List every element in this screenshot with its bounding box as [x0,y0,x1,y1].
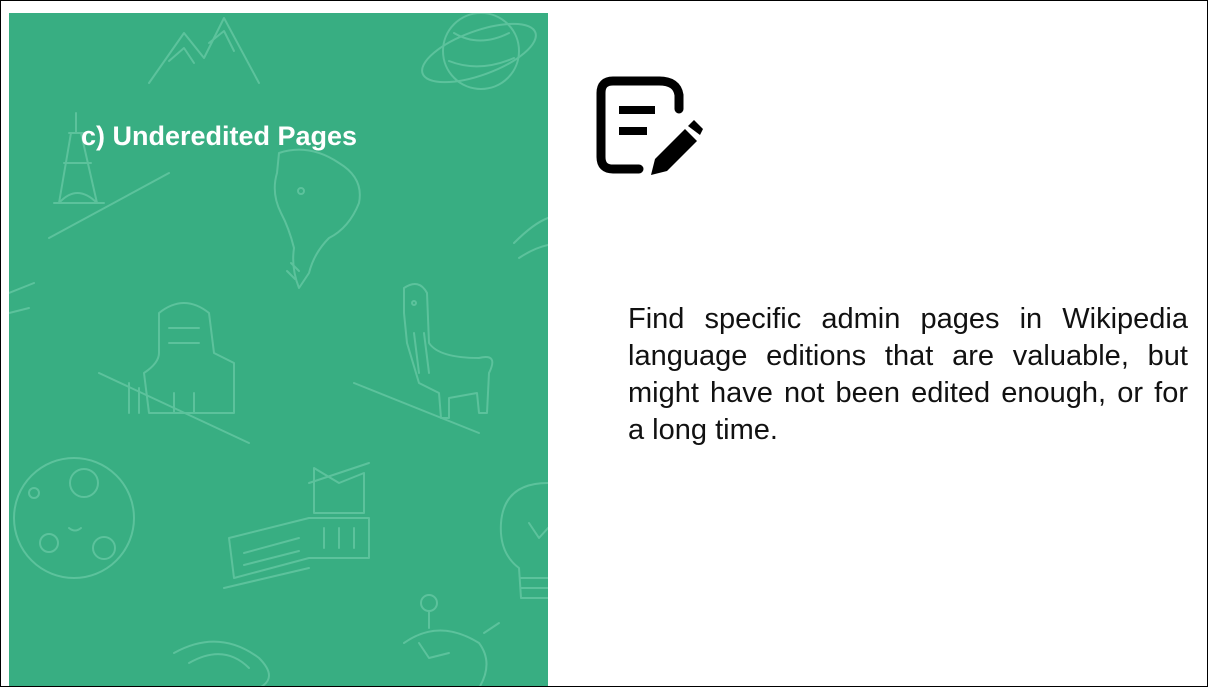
slide: c) Underedited Pages Find specific admin… [0,0,1208,687]
slide-title: c) Underedited Pages [81,121,358,151]
moon-icon [13,457,135,579]
lightbulb-icon [499,482,548,599]
south-america-map-icon [273,148,361,289]
curve-icon [513,217,548,259]
slide-body-text: Find specific admin pages in Wikipedia l… [628,303,1188,446]
boomerang-icon [173,640,270,686]
sphinx-icon [98,302,250,444]
decorative-panel: c) Underedited Pages [9,13,548,686]
llama-icon [353,283,494,434]
edit-document-icon [596,76,703,175]
great-wall-icon [223,462,370,589]
clock-icon [403,594,500,686]
saturn-planet-icon [421,13,537,90]
arrow-icon [9,282,35,314]
travel-doodle-background [9,13,548,686]
mountain-icon [148,17,260,84]
